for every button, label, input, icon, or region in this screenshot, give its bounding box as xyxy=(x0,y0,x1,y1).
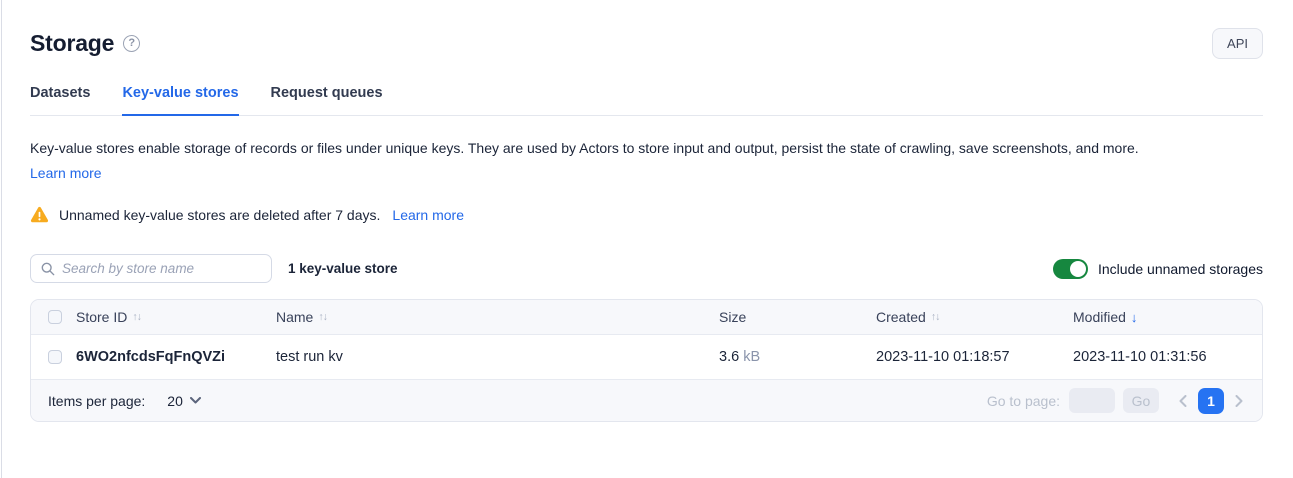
toolbar: 1 key-value store Include unnamed storag… xyxy=(30,254,1263,283)
include-unnamed-toggle[interactable] xyxy=(1053,259,1088,279)
api-button[interactable]: API xyxy=(1212,28,1263,59)
go-to-page-label: Go to page: xyxy=(987,393,1060,409)
row-created-cell: 2023-11-10 01:18:57 xyxy=(876,349,1073,365)
created-value: 2023-11-10 01:18:57 xyxy=(876,349,1010,365)
column-header-modified[interactable]: Modified ↓ xyxy=(1073,309,1262,325)
column-label-created: Created xyxy=(876,309,926,325)
header-check-cell xyxy=(31,310,76,324)
tab-request-queues[interactable]: Request queues xyxy=(271,85,383,115)
previous-page-button[interactable] xyxy=(1179,395,1187,407)
table-footer: Items per page: 20 Go to page: Go xyxy=(31,380,1262,421)
row-size-cell: 3.6 kB xyxy=(719,349,876,365)
chevron-down-icon xyxy=(190,397,201,404)
description-learn-more-link[interactable]: Learn more xyxy=(30,165,102,181)
column-label-store-id: Store ID xyxy=(76,309,127,325)
toggle-knob xyxy=(1070,261,1086,277)
pagination-controls: Go to page: Go 1 xyxy=(987,388,1243,414)
items-per-page: Items per page: 20 xyxy=(48,393,201,409)
storage-page: Storage ? API Datasets Key-value stores … xyxy=(0,26,1293,422)
tab-key-value-stores[interactable]: Key-value stores xyxy=(122,85,238,116)
row-store-id-cell: 6WO2nfcdsFqFnQVZi xyxy=(76,349,276,365)
store-name-value[interactable]: test run kv xyxy=(276,349,343,365)
size-unit: kB xyxy=(743,349,760,365)
row-checkbox[interactable] xyxy=(48,350,62,364)
header-size: Size xyxy=(719,309,876,325)
tabs: Datasets Key-value stores Request queues xyxy=(30,85,1263,116)
store-count: 1 key-value store xyxy=(288,261,398,276)
go-button[interactable]: Go xyxy=(1123,388,1159,413)
column-header-store-id[interactable]: Store ID ↑↓ xyxy=(76,309,276,325)
page-title: Storage xyxy=(30,30,114,57)
header-modified: Modified ↓ xyxy=(1073,309,1262,325)
search-input[interactable] xyxy=(62,261,261,276)
sort-icon-created[interactable]: ↑↓ xyxy=(931,311,940,323)
chevron-right-icon xyxy=(1235,395,1243,407)
column-header-created[interactable]: Created ↑↓ xyxy=(876,309,1073,325)
items-per-page-select[interactable]: 20 xyxy=(167,393,201,409)
stores-table-panel: Store ID ↑↓ Name ↑↓ Size Created ↑↓ xyxy=(30,299,1263,422)
title-wrap: Storage ? xyxy=(30,30,140,57)
column-label-modified: Modified xyxy=(1073,309,1126,325)
row-modified-cell: 2023-11-10 01:31:56 xyxy=(1073,349,1262,365)
warning-learn-more-link[interactable]: Learn more xyxy=(392,207,464,223)
column-label-size: Size xyxy=(719,309,746,325)
warning-banner: Unnamed key-value stores are deleted aft… xyxy=(30,206,1263,223)
modified-value: 2023-11-10 01:31:56 xyxy=(1073,349,1207,365)
size-value: 3.6 xyxy=(719,349,739,365)
sort-icon-store-id[interactable]: ↑↓ xyxy=(132,311,141,323)
pager: 1 xyxy=(1179,388,1243,414)
header-name: Name ↑↓ xyxy=(276,309,719,325)
search-box[interactable] xyxy=(30,254,272,283)
warning-text: Unnamed key-value stores are deleted aft… xyxy=(59,207,380,223)
items-per-page-label: Items per page: xyxy=(48,393,145,409)
page-1-button[interactable]: 1 xyxy=(1198,388,1224,414)
include-unnamed-toggle-label: Include unnamed storages xyxy=(1098,261,1263,277)
search-icon xyxy=(41,262,55,276)
tab-datasets[interactable]: Datasets xyxy=(30,85,90,115)
next-page-button[interactable] xyxy=(1235,395,1243,407)
table-header-row: Store ID ↑↓ Name ↑↓ Size Created ↑↓ xyxy=(31,300,1262,335)
help-icon[interactable]: ? xyxy=(123,35,140,52)
header-store-id: Store ID ↑↓ xyxy=(76,309,276,325)
chevron-left-icon xyxy=(1179,395,1187,407)
row-check-cell xyxy=(31,350,76,364)
header-created: Created ↑↓ xyxy=(876,309,1073,325)
select-all-checkbox[interactable] xyxy=(48,310,62,324)
description-text: Key-value stores enable storage of recor… xyxy=(30,138,1263,158)
warning-icon xyxy=(30,206,49,223)
items-per-page-value: 20 xyxy=(167,393,183,409)
row-name-cell: test run kv xyxy=(276,349,719,365)
table-row[interactable]: 6WO2nfcdsFqFnQVZi test run kv 3.6 kB 202… xyxy=(31,335,1262,380)
store-id-value[interactable]: 6WO2nfcdsFqFnQVZi xyxy=(76,349,225,365)
sort-icon-name[interactable]: ↑↓ xyxy=(318,311,327,323)
page-header: Storage ? API xyxy=(30,26,1263,60)
go-to-page-input[interactable] xyxy=(1069,388,1115,413)
column-header-name[interactable]: Name ↑↓ xyxy=(276,309,719,325)
sort-desc-icon-modified[interactable]: ↓ xyxy=(1131,310,1138,325)
column-label-name: Name xyxy=(276,309,313,325)
